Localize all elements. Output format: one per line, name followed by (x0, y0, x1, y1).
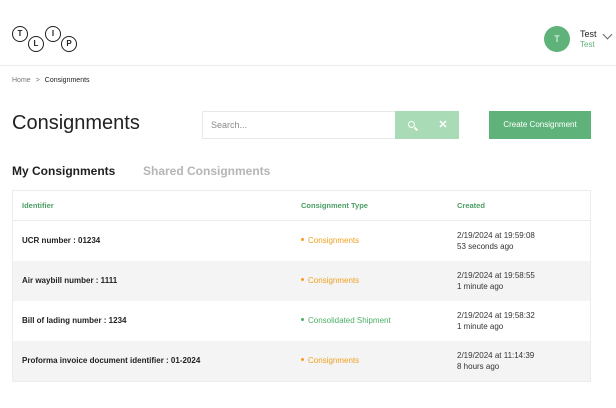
search-button[interactable] (395, 111, 427, 139)
tab-shared-consignments[interactable]: Shared Consignments (143, 164, 270, 178)
created-relative: 1 minute ago (457, 322, 504, 331)
created-date: 2/19/2024 at 11:14:39 (457, 351, 535, 360)
created-date: 2/19/2024 at 19:58:55 (457, 271, 535, 280)
breadcrumb-current: Consignments (44, 77, 90, 84)
user-name: Test (580, 29, 597, 39)
created-cell: 2/19/2024 at 11:14:39 8 hours ago (457, 350, 534, 372)
logo-letter-p: P (61, 36, 77, 52)
status-dot (301, 278, 304, 282)
table-row[interactable]: Air waybill number : 1111 Consignments 2/1… (13, 261, 590, 301)
table-row[interactable]: UCR number : 01234 Consignments 2/19/2024 … (13, 221, 590, 261)
created-relative: 53 seconds ago (457, 242, 514, 251)
consignment-type-cell: Consignments (301, 276, 359, 285)
table-row[interactable]: Bill of lading number : 1234 Consolidated… (13, 301, 590, 341)
breadcrumb-separator: > (35, 77, 40, 84)
tab-my-consignments[interactable]: My Consignments (12, 164, 115, 178)
create-consignment-button[interactable]: Create Consignment (489, 111, 591, 139)
close-icon: ✕ (438, 119, 448, 131)
breadcrumb: Home > Consignments (12, 77, 90, 84)
created-cell: 2/19/2024 at 19:59:08 53 seconds ago (457, 230, 535, 252)
search-bar: ✕ (202, 111, 459, 139)
table-header: Identifier Consignment Type Created (13, 191, 590, 221)
consignment-type-label: Consignments (308, 356, 360, 365)
chevron-down-icon[interactable] (602, 29, 613, 40)
top-header: T L I P T Test Test (0, 0, 616, 66)
created-relative: 1 minute ago (457, 282, 504, 291)
table-row[interactable]: Proforma invoice document identifier : 0… (13, 341, 590, 381)
created-date: 2/19/2024 at 19:59:08 (457, 231, 535, 240)
page-title: Consignments (12, 112, 140, 134)
created-date: 2/19/2024 at 19:58:32 (457, 311, 535, 320)
table-body: UCR number : 01234 Consignments 2/19/2024 … (13, 221, 590, 381)
identifier-cell[interactable]: Bill of lading number : 1234 (22, 316, 126, 325)
column-header-created[interactable]: Created (457, 201, 485, 210)
consignment-type-label: Consignments (308, 236, 360, 245)
identifier-cell[interactable]: Proforma invoice document identifier : 0… (22, 356, 200, 365)
consignments-table: Identifier Consignment Type Created UCR … (12, 190, 591, 382)
column-header-consignment-type[interactable]: Consignment Type (301, 201, 368, 210)
clear-search-button[interactable]: ✕ (427, 111, 459, 139)
user-role: Test (580, 40, 595, 49)
created-cell: 2/19/2024 at 19:58:32 1 minute ago (457, 310, 535, 332)
column-header-identifier[interactable]: Identifier (22, 201, 54, 210)
consignment-type-cell: Consignments (301, 236, 359, 245)
created-cell: 2/19/2024 at 19:58:55 1 minute ago (457, 270, 535, 292)
logo-letter-i: I (45, 26, 61, 42)
consignment-type-cell: Consignments (301, 356, 359, 365)
consignment-type-label: Consignments (308, 276, 360, 285)
search-icon-handle (414, 126, 418, 131)
identifier-cell[interactable]: UCR number : 01234 (22, 236, 100, 245)
logo-letter-t: T (12, 26, 28, 42)
status-dot (301, 318, 304, 322)
search-input[interactable] (203, 112, 395, 138)
status-dot (301, 358, 304, 362)
created-relative: 8 hours ago (457, 362, 500, 371)
avatar[interactable]: T (544, 26, 570, 52)
logo-letter-l: L (28, 36, 44, 52)
status-dot (301, 238, 304, 242)
identifier-cell[interactable]: Air waybill number : 1111 (22, 276, 117, 285)
breadcrumb-home[interactable]: Home (12, 77, 31, 84)
consignment-type-label: Consolidated Shipment (308, 316, 391, 325)
tlip-logo[interactable]: T L I P (12, 26, 82, 54)
consignment-type-cell: Consolidated Shipment (301, 316, 391, 325)
